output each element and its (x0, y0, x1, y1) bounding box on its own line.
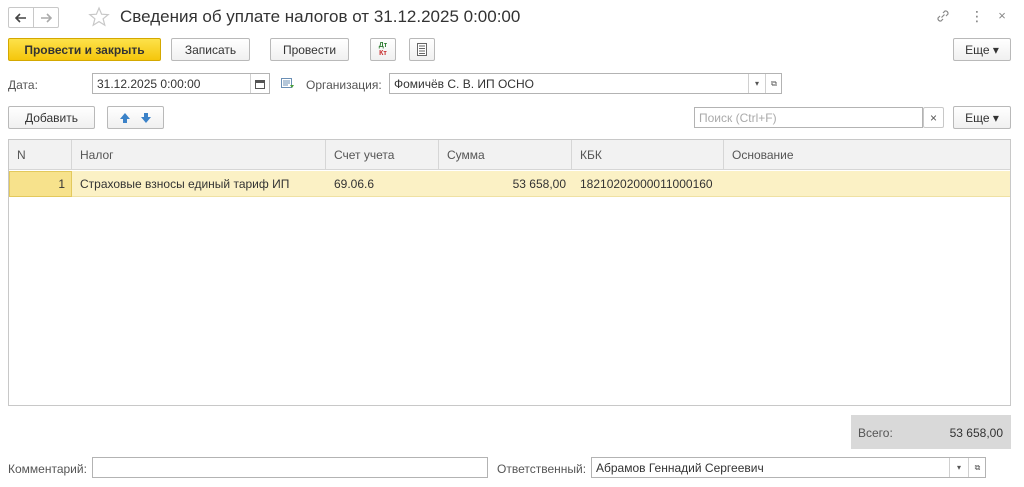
link-icon[interactable] (935, 8, 951, 24)
more-button-top[interactable]: Еще ▾ (953, 38, 1011, 61)
search-placeholder: Поиск (Ctrl+F) (699, 110, 777, 125)
total-box: Всего: 53 658,00 (851, 415, 1011, 449)
vertical-ellipsis-icon[interactable]: ⋮ (970, 8, 984, 24)
dropdown-arrow-icon[interactable]: ▾ (748, 74, 765, 93)
open-icon[interactable]: ⧉ (765, 74, 782, 93)
dt-kt-icon: Дт Кт (378, 41, 388, 57)
total-value: 53 658,00 (949, 426, 1003, 440)
column-header-account[interactable]: Счет учета (326, 140, 439, 170)
cell-amount[interactable]: 53 658,00 (439, 171, 572, 197)
cell-account[interactable]: 69.06.6 (326, 171, 439, 197)
document-history-icon[interactable] (281, 76, 295, 90)
comment-label: Комментарий: (8, 462, 87, 476)
report-button[interactable] (409, 38, 435, 61)
cell-kbk[interactable]: 18210202000011000160 (572, 171, 724, 197)
responsible-open-icon[interactable]: ⧉ (968, 458, 986, 477)
table-header: N Налог Счет учета Сумма КБК Основание (9, 140, 1010, 170)
responsible-value: Абрамов Геннадий Сергеевич (596, 460, 764, 475)
arrow-up-icon[interactable] (119, 112, 131, 124)
dt-kt-button[interactable]: Дт Кт (370, 38, 396, 61)
move-up-down-buttons[interactable] (107, 106, 164, 129)
more-button-table[interactable]: Еще ▾ (953, 106, 1011, 129)
cell-basis[interactable] (724, 171, 1010, 197)
page-title: Сведения об уплате налогов от 31.12.2025… (120, 7, 521, 26)
search-input[interactable]: Поиск (Ctrl+F) (694, 107, 923, 128)
column-header-amount[interactable]: Сумма (439, 140, 572, 170)
cell-tax[interactable]: Страховые взносы единый тариф ИП (72, 171, 326, 197)
calendar-icon[interactable] (250, 74, 269, 93)
date-label: Дата: (8, 78, 38, 92)
document-list-icon (417, 43, 427, 56)
organization-label: Организация: (306, 78, 382, 92)
search-clear-button[interactable]: × (923, 107, 944, 128)
column-header-basis[interactable]: Основание (724, 140, 1010, 170)
total-label: Всего: (858, 426, 893, 440)
organization-field[interactable]: Фомичёв С. В. ИП ОСНО (389, 73, 782, 94)
forward-button[interactable] (33, 7, 59, 28)
date-field[interactable]: 31.12.2025 0:00:00 (92, 73, 270, 94)
organization-value: Фомичёв С. В. ИП ОСНО (394, 76, 534, 91)
taxes-table: N Налог Счет учета Сумма КБК Основание 1… (8, 139, 1011, 406)
post-button[interactable]: Провести (270, 38, 349, 61)
post-and-close-button[interactable]: Провести и закрыть (8, 38, 161, 61)
add-button[interactable]: Добавить (8, 106, 95, 129)
arrow-left-icon (15, 12, 26, 23)
column-header-tax[interactable]: Налог (72, 140, 326, 170)
comment-field[interactable] (92, 457, 488, 478)
favorite-star-icon[interactable] (88, 6, 110, 28)
table-row[interactable]: 1 Страховые взносы единый тариф ИП 69.06… (9, 171, 1010, 197)
cell-n[interactable]: 1 (9, 171, 72, 197)
responsible-field[interactable]: Абрамов Геннадий Сергеевич (591, 457, 986, 478)
close-icon[interactable]: × (996, 8, 1008, 24)
save-button[interactable]: Записать (171, 38, 250, 61)
column-header-n[interactable]: N (9, 140, 72, 170)
arrow-down-icon[interactable] (140, 112, 152, 124)
date-value: 31.12.2025 0:00:00 (97, 76, 201, 91)
responsible-dropdown-icon[interactable]: ▾ (949, 458, 968, 477)
responsible-label: Ответственный: (497, 462, 587, 476)
column-header-kbk[interactable]: КБК (572, 140, 724, 170)
back-button[interactable] (8, 7, 34, 28)
arrow-right-icon (41, 12, 52, 23)
